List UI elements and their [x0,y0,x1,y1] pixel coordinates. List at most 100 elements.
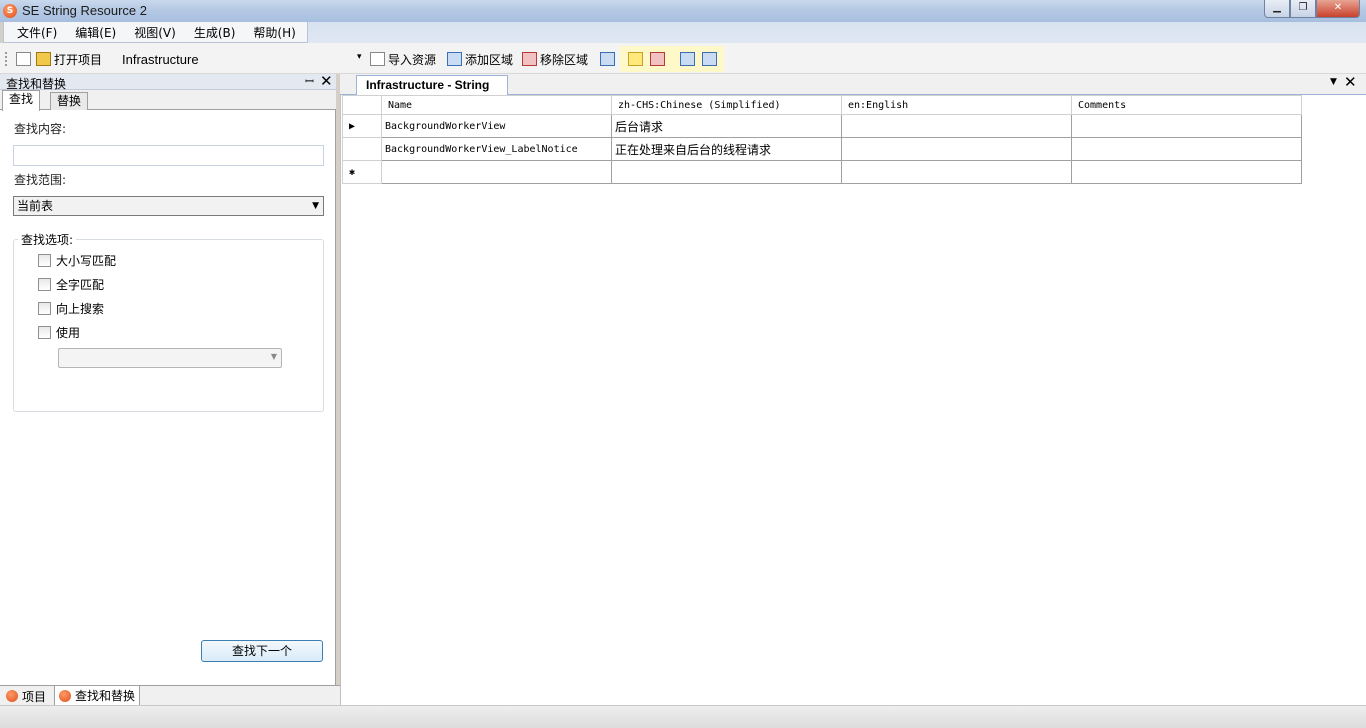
title-bar: S SE String Resource 2 ▁ ❐ ✕ [0,0,1366,22]
maximize-button[interactable]: ❐ [1290,0,1316,18]
scope-select[interactable]: 当前表 ▼ [13,196,324,216]
menu-help[interactable]: 帮助(H) [244,24,304,41]
project-combo[interactable]: Infrastructure [122,52,199,67]
menu-bar: 文件(F) 编辑(E) 视图(V) 生成(B) 帮助(H) [3,22,308,43]
panel-header: 查找和替换 ꟷ ✕ [0,72,336,91]
use-label: 使用 [56,326,81,340]
remove-region-icon [522,52,537,66]
status-bar [0,705,1366,728]
column-header-name[interactable]: Name [381,95,612,115]
new-cell-comments[interactable] [1071,160,1302,184]
minimize-button[interactable]: ▁ [1264,0,1290,18]
cell-name[interactable]: BackgroundWorkerView_LabelNotice [381,137,612,161]
new-row[interactable]: ✱ [342,160,1302,184]
project-icon [6,690,18,702]
chevron-down-icon: ▼ [270,352,277,361]
remove-region-button[interactable]: 移除区域 [522,50,588,68]
add-region-label: 添加区域 [465,52,514,67]
tab-replace[interactable]: 替换 [50,92,89,110]
settings-icon[interactable] [702,52,717,66]
use-option[interactable]: 使用 [38,324,80,341]
match-case-option[interactable]: 大小写匹配 [38,252,116,269]
search-up-option[interactable]: 向上搜索 [38,300,104,317]
find-next-button[interactable]: 查找下一个 [201,640,323,662]
match-case-checkbox[interactable] [38,254,51,267]
panel-switcher: 项目 查找和替换 [0,685,340,706]
cell-en[interactable] [841,114,1072,138]
add-region-icon [447,52,462,66]
table-header-row: Name zh-CHS:Chinese (Simplified) en:Engl… [342,95,1302,115]
search-up-checkbox[interactable] [38,302,51,315]
export-icon[interactable] [680,52,695,66]
scope-label: 查找范围: [14,173,67,187]
find-options-label: 查找选项: [18,231,77,248]
new-cell-name[interactable] [381,160,612,184]
pin-icon[interactable]: ꟷ [305,74,314,89]
table-row[interactable]: BackgroundWorkerView_LabelNotice 正在处理来自后… [342,137,1302,161]
project-combo-arrow-icon[interactable]: ▾ [357,52,362,62]
window-title: SE String Resource 2 [22,3,148,18]
whole-word-checkbox[interactable] [38,278,51,291]
tab-project-label: 项目 [22,689,47,704]
new-cell-en[interactable] [841,160,1072,184]
remove-region-label: 移除区域 [540,52,589,67]
panel-tabs: 查找 替换 [0,90,336,111]
close-button[interactable]: ✕ [1316,0,1360,18]
new-table-icon[interactable] [628,52,643,66]
properties-icon [600,52,615,66]
menu-edit[interactable]: 编辑(E) [66,24,125,41]
tab-project[interactable]: 项目 [2,686,50,706]
cell-name[interactable]: BackgroundWorkerView [381,114,612,138]
whole-word-option[interactable]: 全字匹配 [38,276,104,293]
new-row-marker-icon[interactable]: ✱ [342,160,382,184]
cell-comments[interactable] [1071,114,1302,138]
tab-infrastructure-string[interactable]: Infrastructure - String [356,75,508,96]
delete-table-icon[interactable] [650,52,665,66]
tab-find-replace[interactable]: 查找和替换 [54,686,141,706]
row-header-corner[interactable] [342,95,382,115]
panel-close-icon[interactable]: ✕ [320,72,333,90]
column-header-en[interactable]: en:English [841,95,1072,115]
cell-comments[interactable] [1071,137,1302,161]
table-row[interactable]: ▶ BackgroundWorkerView 后台请求 [342,114,1302,138]
tab-find-replace-label: 查找和替换 [75,689,136,703]
tab-find[interactable]: 查找 [2,90,41,111]
current-row-marker-icon[interactable]: ▶ [342,114,382,138]
cell-zh[interactable]: 正在处理来自后台的线程请求 [611,137,842,161]
menu-build[interactable]: 生成(B) [185,24,245,41]
column-header-comments[interactable]: Comments [1071,95,1302,115]
window-controls: ▁ ❐ ✕ [1264,0,1360,18]
find-replace-icon [59,689,71,702]
find-replace-panel: 查找和替换 ꟷ ✕ 查找 替换 查找内容: 查找范围: 当前表 ▼ 查找选项: … [0,72,336,685]
highlighted-toolbar-group [620,46,724,72]
open-project-button[interactable]: 打开项目 [36,50,102,68]
new-cell-zh[interactable] [611,160,842,184]
document-tabs: Infrastructure - String ▼ ✕ [340,73,1366,96]
tab-list-dropdown-icon[interactable]: ▼ [1330,77,1337,87]
use-mode-select[interactable]: ▼ [58,348,282,368]
menu-view[interactable]: 视图(V) [125,24,185,41]
cell-zh[interactable]: 后台请求 [611,114,842,138]
open-project-label: 打开项目 [54,52,103,67]
properties-button[interactable] [600,50,618,68]
document-close-icon[interactable]: ✕ [1344,73,1357,91]
use-checkbox[interactable] [38,326,51,339]
import-resources-label: 导入资源 [388,52,437,67]
new-button[interactable] [16,50,34,68]
add-region-button[interactable]: 添加区域 [447,50,513,68]
cell-en[interactable] [841,137,1072,161]
find-label: 查找内容: [14,122,67,136]
open-folder-icon [36,52,51,66]
document-area: Name zh-CHS:Chinese (Simplified) en:Engl… [340,95,1366,705]
whole-word-label: 全字匹配 [56,278,105,292]
row-header[interactable] [342,137,382,161]
import-icon [370,52,385,66]
toolbar-grip-icon[interactable] [5,52,8,66]
column-header-zh[interactable]: zh-CHS:Chinese (Simplified) [611,95,842,115]
search-up-label: 向上搜索 [56,302,105,316]
scope-value: 当前表 [17,199,54,213]
import-resources-button[interactable]: 导入资源 [370,50,436,68]
string-table: Name zh-CHS:Chinese (Simplified) en:Engl… [342,95,1302,184]
menu-file[interactable]: 文件(F) [8,24,66,41]
find-input[interactable] [13,145,324,166]
